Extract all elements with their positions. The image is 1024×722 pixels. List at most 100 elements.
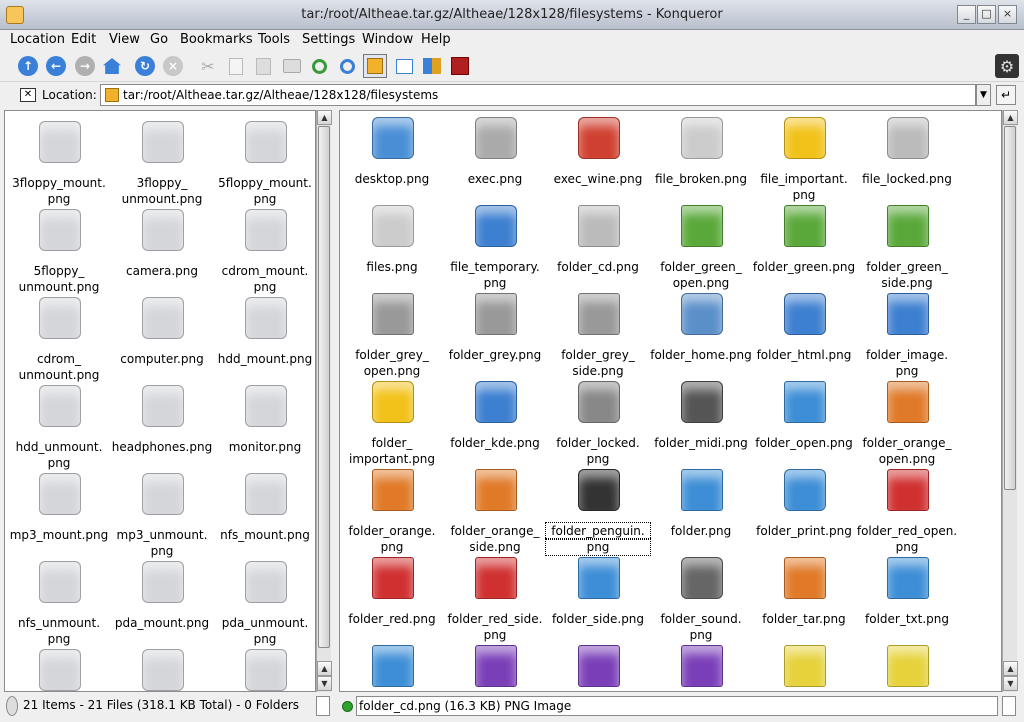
menu-view[interactable]: View	[109, 32, 140, 47]
file-name: png	[150, 544, 174, 558]
file-name: png	[47, 456, 71, 470]
file-name: png	[253, 192, 277, 206]
reload-button[interactable]: ↻	[133, 54, 157, 78]
scroll-up-button[interactable]: ▲	[317, 661, 332, 676]
warning-icon	[372, 381, 414, 423]
kde-icon	[475, 381, 517, 423]
file-name: folder_open.png	[755, 436, 853, 450]
file-name: computer.png	[120, 352, 204, 366]
maximize-button[interactable]: □	[977, 5, 996, 24]
file-name: side.png	[881, 276, 933, 290]
link-checkbox[interactable]	[316, 696, 330, 716]
location-input[interactable]: tar:/root/Altheae.tar.gz/Altheae/128x128…	[100, 84, 976, 106]
file-name: 3floppy_mount.	[12, 176, 106, 190]
folder-cd-icon	[578, 205, 620, 247]
cdrom-icon	[39, 297, 81, 339]
title-bar[interactable]: tar:/root/Altheae.tar.gz/Altheae/128x128…	[0, 0, 1024, 30]
file-name: unmount.png	[18, 280, 100, 294]
file-name: folder_kde.png	[450, 436, 540, 450]
clear-location-button[interactable]: ✕	[20, 88, 36, 102]
split-view-button[interactable]	[420, 54, 444, 78]
file-name: folder_image.	[865, 348, 949, 362]
stop-icon: ×	[163, 56, 183, 76]
zoom-out-icon	[339, 58, 355, 74]
file-name: pda_unmount.	[221, 616, 309, 630]
folder-grey-icon	[372, 293, 414, 335]
file-name: cdrom_	[37, 352, 81, 366]
location-dropdown[interactable]: ▼	[976, 84, 991, 106]
file-name: exec.png	[467, 172, 523, 186]
zoom-in-button[interactable]	[307, 54, 331, 78]
camera-icon	[142, 209, 184, 251]
right-icon-view[interactable]: desktop.png exec.png exec_wine.png file_bro…	[339, 110, 1002, 692]
file-name: png	[47, 632, 71, 646]
up-button[interactable]: ↑	[16, 54, 40, 78]
menu-bookmarks[interactable]: Bookmarks	[180, 32, 253, 47]
minimize-button[interactable]: _	[957, 5, 976, 24]
folder-video-icon	[372, 645, 414, 687]
scroll-thumb[interactable]	[1004, 126, 1016, 490]
scroll-up-button[interactable]: ▲	[317, 110, 332, 125]
file-name: unmount.png	[121, 192, 203, 206]
back-button[interactable]: ←	[44, 54, 68, 78]
scroll-thumb[interactable]	[318, 126, 330, 648]
link-checkbox[interactable]	[1002, 696, 1016, 716]
folder-orange-icon	[372, 469, 414, 511]
icon-view-button[interactable]	[363, 54, 387, 78]
floppy-icon	[142, 121, 184, 163]
up-arrow-icon: ↑	[18, 56, 38, 76]
right-scrollbar[interactable]: ▲ ▲ ▼	[1002, 110, 1018, 692]
stop-button[interactable]: ×	[161, 54, 185, 78]
file-name: file_temporary.	[450, 260, 540, 274]
menu-settings[interactable]: Settings	[302, 32, 355, 47]
detail-view-button[interactable]	[392, 54, 416, 78]
folder-grey-icon	[475, 293, 517, 335]
scroll-up-button[interactable]: ▲	[1003, 661, 1018, 676]
clock-icon	[475, 205, 517, 247]
file-name: folder_grey.png	[448, 348, 542, 362]
file-name: side.png	[469, 540, 521, 554]
list-view-icon	[395, 58, 413, 74]
location-label: Location:	[42, 88, 97, 102]
pda-icon	[142, 561, 184, 603]
folder-red-icon	[475, 557, 517, 599]
forward-button[interactable]: →	[73, 54, 97, 78]
hdd-icon	[245, 297, 287, 339]
house-icon	[681, 293, 723, 335]
file-name: open.png	[363, 364, 421, 378]
menu-location[interactable]: Location	[10, 32, 65, 47]
scroll-down-button[interactable]: ▼	[1003, 676, 1018, 691]
menu-tools[interactable]: Tools	[258, 32, 290, 47]
menu-window[interactable]: Window	[362, 32, 413, 47]
left-scrollbar[interactable]: ▲ ▲ ▼	[316, 110, 332, 692]
close-button[interactable]: ×	[998, 5, 1017, 24]
menu-go[interactable]: Go	[150, 32, 168, 47]
file-name: folder_green_	[866, 260, 948, 274]
menu-edit[interactable]: Edit	[71, 32, 96, 47]
konsole-button[interactable]	[448, 54, 472, 78]
link-indicator[interactable]	[6, 696, 18, 716]
file-name: png	[253, 280, 277, 294]
file-name: png	[483, 628, 507, 642]
file-name: desktop.png	[354, 172, 430, 186]
file-broken-icon	[681, 117, 723, 159]
left-icon-view[interactable]: 3floppy_mount. png 3floppy_ unmount.png 5flo…	[4, 110, 316, 692]
zoom-out-button[interactable]	[335, 54, 359, 78]
folder-tar-icon	[784, 557, 826, 599]
copy-button[interactable]	[224, 54, 248, 78]
file-name: 5floppy_mount.	[218, 176, 312, 190]
home-button[interactable]	[100, 54, 124, 78]
left-statusbar: 21 Items - 21 Files (318.1 KB Total) - 0…	[4, 694, 334, 718]
go-button[interactable]: ↵	[996, 85, 1016, 105]
cut-button[interactable]: ✂	[196, 54, 220, 78]
warning-icon	[784, 117, 826, 159]
scroll-down-button[interactable]: ▼	[317, 676, 332, 691]
file-name: files.png	[366, 260, 418, 274]
menu-help[interactable]: Help	[421, 32, 451, 47]
paste-button[interactable]	[251, 54, 275, 78]
print-button[interactable]	[280, 54, 304, 78]
file-name: file_locked.png	[862, 172, 952, 186]
file-name: 5floppy_	[33, 264, 85, 278]
scroll-up-button[interactable]: ▲	[1003, 110, 1018, 125]
folder-violet-icon	[475, 645, 517, 687]
